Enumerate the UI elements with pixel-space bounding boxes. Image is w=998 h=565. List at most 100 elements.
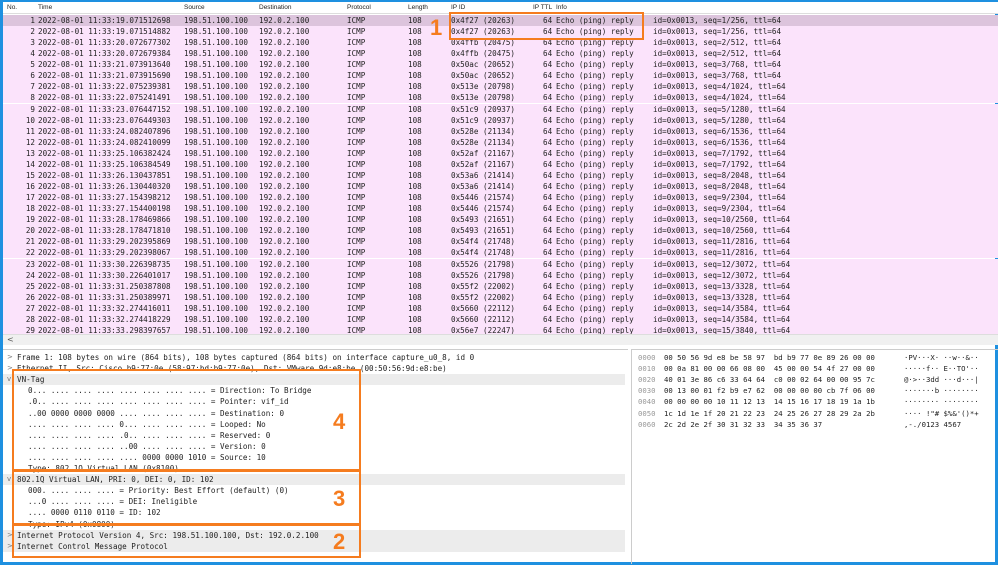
packet-list[interactable]: No. Time Source Destination Protocol Len…: [3, 2, 998, 347]
table-row[interactable]: 6 2022-08-01 11:33:21.073915690 198.51.100…: [3, 70, 998, 82]
packet-time: 2022-08-01 11:33:27.154400198: [38, 204, 171, 214]
table-row[interactable]: 24 2022-08-01 11:33:30.226401017 198.51.10…: [3, 269, 998, 281]
expanded-arrow-icon[interactable]: v: [7, 474, 11, 485]
packet-ttl: 64: [543, 182, 553, 192]
hex-bytes[interactable]: 1c 1d 1e 1f 20 21 22 23 24 25 26 27 28 2…: [664, 408, 875, 419]
hex-ascii[interactable]: @·>··3dd ···d···|: [904, 374, 979, 385]
packet-length: 108: [408, 126, 422, 136]
col-destination[interactable]: Destination: [259, 4, 292, 11]
packet-info: Echo (ping) reply: [556, 215, 634, 225]
packet-info: Echo (ping) reply: [556, 303, 634, 313]
packet-bytes[interactable]: 0000 00 50 56 9d e8 be 58 97 bd b9 77 0e …: [631, 349, 998, 564]
table-row[interactable]: 13 2022-08-01 11:33:25.106382424 198.51.10…: [3, 147, 998, 159]
detail-line[interactable]: > Frame 1: 108 bytes on wire (864 bits), …: [3, 352, 625, 363]
packet-length: 108: [408, 159, 422, 169]
packet-length: 108: [408, 16, 422, 25]
col-ipid[interactable]: IP ID: [451, 4, 465, 11]
packet-no: 5: [30, 60, 35, 70]
packet-info: Echo (ping) reply: [556, 204, 634, 214]
hex-bytes[interactable]: 00 00 00 00 10 11 12 13 14 15 16 17 18 1…: [664, 396, 875, 407]
table-row[interactable]: 17 2022-08-01 11:33:27.154398212 198.51.10…: [3, 192, 998, 204]
table-row[interactable]: 8 2022-08-01 11:33:22.075241491 198.51.100…: [3, 92, 998, 104]
hex-ascii[interactable]: ········ ········: [904, 396, 979, 407]
packet-ttl: 64: [543, 215, 553, 225]
table-row[interactable]: 22 2022-08-01 11:33:29.202398067 198.51.10…: [3, 247, 998, 259]
packet-protocol: ICMP: [347, 281, 366, 291]
hex-bytes[interactable]: 2c 2d 2e 2f 30 31 32 33 34 35 36 37: [664, 419, 822, 430]
table-row[interactable]: 25 2022-08-01 11:33:31.250387808 198.51.10…: [3, 280, 998, 292]
packet-ipid: 0x51c9 (20937): [451, 104, 516, 114]
packet-length: 108: [408, 281, 422, 291]
packet-source: 198.51.100.100: [184, 82, 249, 92]
hex-ascii[interactable]: ·PV···X· ··w··&··: [904, 352, 979, 363]
expanded-arrow-icon[interactable]: v: [7, 374, 11, 385]
packet-time: 2022-08-01 11:33:23.076447152: [38, 104, 171, 114]
table-row[interactable]: 27 2022-08-01 11:33:32.274416011 198.51.10…: [3, 302, 998, 314]
packet-no: 2: [30, 27, 35, 37]
packet-ipid: 0x54f4 (21748): [451, 248, 516, 258]
table-row[interactable]: 7 2022-08-01 11:33:22.075239381 198.51.100…: [3, 81, 998, 93]
col-ipttl[interactable]: IP TTL: [533, 4, 552, 11]
packet-source: 198.51.100.100: [184, 193, 249, 203]
table-row[interactable]: 20 2022-08-01 11:33:28.178471810 198.51.10…: [3, 225, 998, 237]
packet-no: 12: [25, 137, 35, 147]
packet-info: Echo (ping) reply: [556, 281, 634, 291]
table-row[interactable]: 26 2022-08-01 11:33:31.250389971 198.51.10…: [3, 291, 998, 303]
packet-ipid: 0x528e (21134): [451, 126, 516, 136]
table-row[interactable]: 5 2022-08-01 11:33:21.073913640 198.51.100…: [3, 59, 998, 71]
packet-ipid: 0x513e (20798): [451, 82, 516, 92]
hex-ascii[interactable]: ·······b ········: [904, 385, 979, 396]
table-row[interactable]: 11 2022-08-01 11:33:24.082407896 198.51.10…: [3, 125, 998, 137]
hex-ascii[interactable]: ···· !"# $%&'()*+: [904, 408, 979, 419]
hex-bytes[interactable]: 00 13 00 01 f2 b9 e7 62 00 00 00 00 cb 7…: [664, 385, 875, 396]
hex-bytes[interactable]: 00 0a 81 00 00 66 08 00 45 00 00 54 4f 2…: [664, 363, 875, 374]
packet-length: 108: [408, 226, 422, 236]
table-row[interactable]: 23 2022-08-01 11:33:30.226398735 198.51.10…: [3, 258, 998, 270]
packet-info: Echo (ping) reply: [556, 259, 634, 269]
table-row[interactable]: 15 2022-08-01 11:33:26.130437851 198.51.10…: [3, 169, 998, 181]
hex-ascii[interactable]: ,-./0123 4567: [904, 419, 961, 430]
table-row[interactable]: 19 2022-08-01 11:33:28.178469866 198.51.10…: [3, 214, 998, 226]
scroll-left-icon[interactable]: <: [7, 335, 14, 344]
hex-bytes[interactable]: 00 50 56 9d e8 be 58 97 bd b9 77 0e 89 2…: [664, 352, 875, 363]
table-row[interactable]: 9 2022-08-01 11:33:23.076447152 198.51.100…: [3, 103, 998, 115]
col-protocol[interactable]: Protocol: [347, 4, 371, 11]
hex-ascii[interactable]: ·····f·· E··TO'··: [904, 363, 979, 374]
horizontal-scrollbar[interactable]: <: [3, 334, 998, 345]
packet-info-detail: id=0x0013, seq=6/1536, ttl=64: [653, 126, 786, 136]
col-info[interactable]: Info: [556, 4, 567, 11]
table-row[interactable]: 28 2022-08-01 11:33:32.274418229 198.51.10…: [3, 313, 998, 325]
table-row[interactable]: 4 2022-08-01 11:33:20.072679384 198.51.100…: [3, 48, 998, 60]
col-source[interactable]: Source: [184, 4, 205, 11]
table-row[interactable]: 21 2022-08-01 11:33:29.202395869 198.51.10…: [3, 236, 998, 248]
col-time[interactable]: Time: [38, 4, 52, 11]
packet-no: 20: [25, 226, 35, 236]
col-length[interactable]: Length: [408, 4, 428, 11]
packet-ttl: 64: [543, 204, 553, 214]
table-row[interactable]: 14 2022-08-01 11:33:25.106384549 198.51.10…: [3, 158, 998, 170]
packet-length: 108: [408, 148, 422, 158]
packet-time: 2022-08-01 11:33:27.154398212: [38, 193, 171, 203]
packet-time: 2022-08-01 11:33:20.072679384: [38, 49, 171, 59]
table-row[interactable]: 10 2022-08-01 11:33:23.076449303 198.51.10…: [3, 114, 998, 126]
hex-bytes[interactable]: 40 01 3e 86 c6 33 64 64 c0 00 02 64 00 0…: [664, 374, 875, 385]
col-no[interactable]: No.: [7, 4, 17, 11]
packet-ttl: 64: [543, 237, 553, 247]
packet-no: 18: [25, 204, 35, 214]
packet-source: 198.51.100.100: [184, 303, 249, 313]
collapsed-arrow-icon[interactable]: >: [7, 352, 13, 363]
callout-box-3: [12, 470, 361, 525]
packet-ipid: 0x5493 (21651): [451, 226, 516, 236]
packet-info-detail: id=0x0013, seq=5/1280, ttl=64: [653, 115, 786, 125]
table-row[interactable]: 16 2022-08-01 11:33:26.130440320 198.51.10…: [3, 181, 998, 193]
packet-time: 2022-08-01 11:33:30.226401017: [38, 270, 171, 280]
packet-source: 198.51.100.100: [184, 159, 249, 169]
packet-source: 198.51.100.100: [184, 148, 249, 158]
table-row[interactable]: 18 2022-08-01 11:33:27.154400198 198.51.10…: [3, 203, 998, 215]
packet-time: 2022-08-01 11:33:31.250389971: [38, 292, 171, 302]
table-row[interactable]: 12 2022-08-01 11:33:24.082410099 198.51.10…: [3, 136, 998, 148]
packet-ipid: 0x55f2 (22002): [451, 292, 516, 302]
packet-info-detail: id=0x0013, seq=9/2304, ttl=64: [653, 193, 786, 203]
packet-ipid: 0x528e (21134): [451, 137, 516, 147]
packet-ipid: 0x4ffb (20475): [451, 49, 516, 59]
